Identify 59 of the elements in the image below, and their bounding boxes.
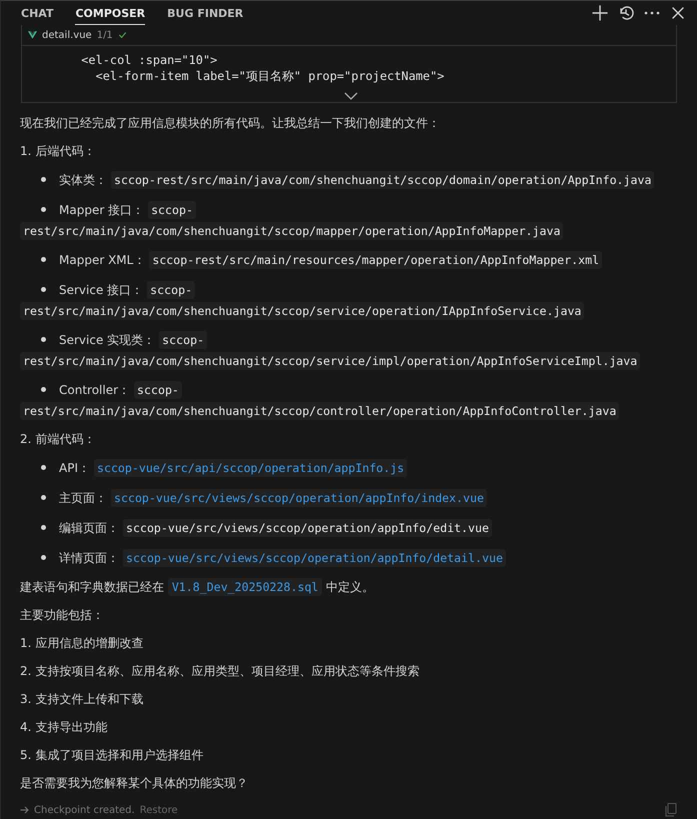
vue-logo-icon — [28, 31, 37, 39]
item-label: 主页面： — [59, 491, 107, 505]
item-label: API： — [59, 461, 90, 475]
tab[interactable]: CHAT — [21, 1, 54, 25]
file-path[interactable]: sccop-vue/src/views/sccop/operation/appInfo/index.vue — [111, 489, 487, 507]
bullet-icon — [41, 287, 46, 292]
item-label: Controller： — [59, 383, 130, 397]
change-count: 1/1 — [96, 30, 113, 40]
item-label: 实体类： — [59, 173, 107, 187]
checkpoint-text: Checkpoint created. — [34, 804, 135, 816]
bullet-icon — [41, 177, 46, 182]
bullet-icon — [41, 257, 46, 262]
file-path[interactable]: sccop-vue/src/views/sccop/operation/appInfo/detail.vue — [123, 549, 506, 567]
file-path: sccop-vue/src/views/sccop/operation/appInfo/edit.vue — [123, 519, 492, 537]
file-link[interactable]: V1.8_Dev_20250228.sql — [168, 578, 322, 596]
arrow-right-icon — [20, 806, 29, 814]
bullet-icon — [41, 337, 46, 342]
message-text: 是否需要我为您解释某个具体的功能实现？ — [20, 775, 249, 792]
item-label: 编辑页面： — [59, 521, 119, 535]
bullet-icon — [41, 495, 46, 500]
message-text: 现在我们已经完成了应用信息模块的所有代码。让我总结一下我们创建的文件： — [20, 115, 441, 132]
list-item-text: 4. 支持导出功能 — [20, 719, 108, 736]
file-path: rest/src/main/java/com/shenchuangit/sccop/controller/operation/AppInfoController.java — [20, 402, 620, 420]
code-line: <el-form-item label="项目名称" prop="projectName"> — [94, 68, 444, 84]
item-label: Mapper 接口： — [59, 203, 144, 217]
bullet-icon — [41, 555, 46, 560]
item-label: Mapper XML： — [59, 253, 146, 267]
chevron-down-icon[interactable] — [344, 92, 358, 100]
file-path: sccop-rest/src/main/java/com/shenchuangit/sccop/domain/operation/AppInfo.java — [111, 171, 654, 189]
copy-icon[interactable] — [665, 803, 677, 817]
bullet-icon — [41, 525, 46, 530]
bullet-icon — [41, 387, 46, 392]
message-text: 建表语句和字典数据已经在 V1.8_Dev_20250228.sql 中定义。 — [20, 577, 376, 597]
bullet-icon — [41, 465, 46, 470]
file-path: rest/src/main/java/com/shenchuangit/sccop/service/impl/operation/AppInfoServiceImpl.java — [20, 352, 640, 370]
section-heading: 1. 后端代码： — [20, 143, 96, 160]
list-item-text: 5. 集成了项目选择和用户选择组件 — [20, 747, 204, 764]
list-item-text: 3. 支持文件上传和下载 — [20, 691, 144, 708]
file-path: rest/src/main/java/com/shenchuangit/sccop/mapper/operation/AppInfoMapper.java — [20, 222, 564, 240]
restore-link[interactable]: Restore — [140, 804, 178, 816]
file-path: sccop- — [134, 381, 182, 399]
code-line: <el-col :span="10"> — [80, 52, 218, 68]
section-heading: 2. 前端代码： — [20, 431, 96, 448]
item-label: Service 实现类： — [59, 333, 156, 347]
file-path: sccop- — [147, 281, 196, 299]
item-label: Service 接口： — [59, 283, 144, 297]
bullet-icon — [41, 207, 46, 212]
file-path: rest/src/main/java/com/shenchuangit/sccop/service/operation/IAppInfoService.java — [20, 302, 584, 320]
list-item-text: 1. 应用信息的增删改查 — [20, 635, 144, 652]
item-label: 详情页面： — [59, 551, 119, 565]
tab[interactable]: BUG FINDER — [167, 1, 244, 25]
file-path[interactable]: sccop-vue/src/api/sccop/operation/appInfo.js — [94, 459, 408, 477]
file-path: sccop-rest/src/main/resources/mapper/operation/AppInfoMapper.xml — [149, 251, 602, 269]
list-item-text: 2. 支持按项目名称、应用名称、应用类型、项目经理、应用状态等条件搜索 — [20, 663, 420, 680]
plus-icon[interactable] — [591, 4, 609, 22]
file-path: sccop- — [148, 201, 196, 219]
message-text: 主要功能包括： — [20, 607, 105, 624]
file-path: sccop- — [159, 331, 208, 349]
file-name[interactable]: detail.vue — [42, 30, 92, 40]
